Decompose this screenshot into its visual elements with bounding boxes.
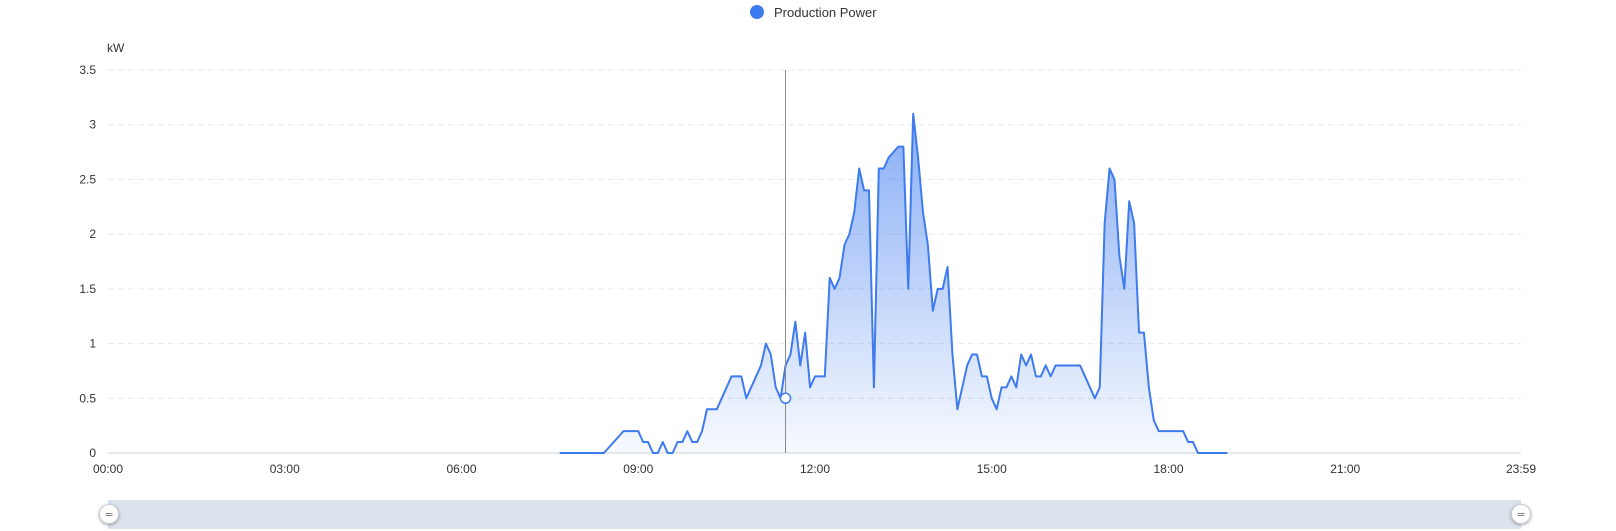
x-tick-label: 21:00: [1330, 462, 1360, 476]
y-tick-label: 3: [89, 118, 96, 132]
y-tick-label: 0: [89, 446, 96, 460]
zoom-slider-left-handle-icon[interactable]: =: [99, 504, 119, 524]
y-tick-label: 1.5: [79, 282, 96, 296]
y-tick-label: 2.5: [79, 172, 96, 186]
handle-glyph: =: [104, 507, 114, 521]
y-tick-label: 0.5: [79, 391, 96, 405]
production-power-chart[interactable]: 0 0.5 1 1.5 2 2.5 3 3.5 kW 00:00 03:00 06:00 09:00 12…: [0, 0, 1616, 500]
x-tick-label: 15:00: [977, 462, 1007, 476]
zoom-slider-right-handle-icon[interactable]: =: [1511, 504, 1531, 524]
hover-indicator: [779, 70, 792, 453]
y-tick-label: 3.5: [79, 63, 96, 77]
x-tick-label: 06:00: [446, 462, 476, 476]
y-tick-label: 1: [89, 337, 96, 351]
x-tick-label: 12:00: [800, 462, 830, 476]
x-tick-label: 18:00: [1153, 462, 1183, 476]
x-tick-label: 00:00: [93, 462, 123, 476]
series-area-fill: [559, 113, 1228, 454]
handle-glyph: =: [1516, 507, 1526, 521]
hover-point: [779, 392, 792, 405]
y-tick-label: 2: [89, 227, 96, 241]
x-tick-label: 09:00: [623, 462, 653, 476]
x-tick-label: 23:59: [1506, 462, 1536, 476]
series-production-power: [559, 112, 1228, 454]
x-tick-label: 03:00: [270, 462, 300, 476]
y-axis-label: kW: [107, 41, 125, 55]
zoom-slider-track[interactable]: [108, 500, 1521, 529]
